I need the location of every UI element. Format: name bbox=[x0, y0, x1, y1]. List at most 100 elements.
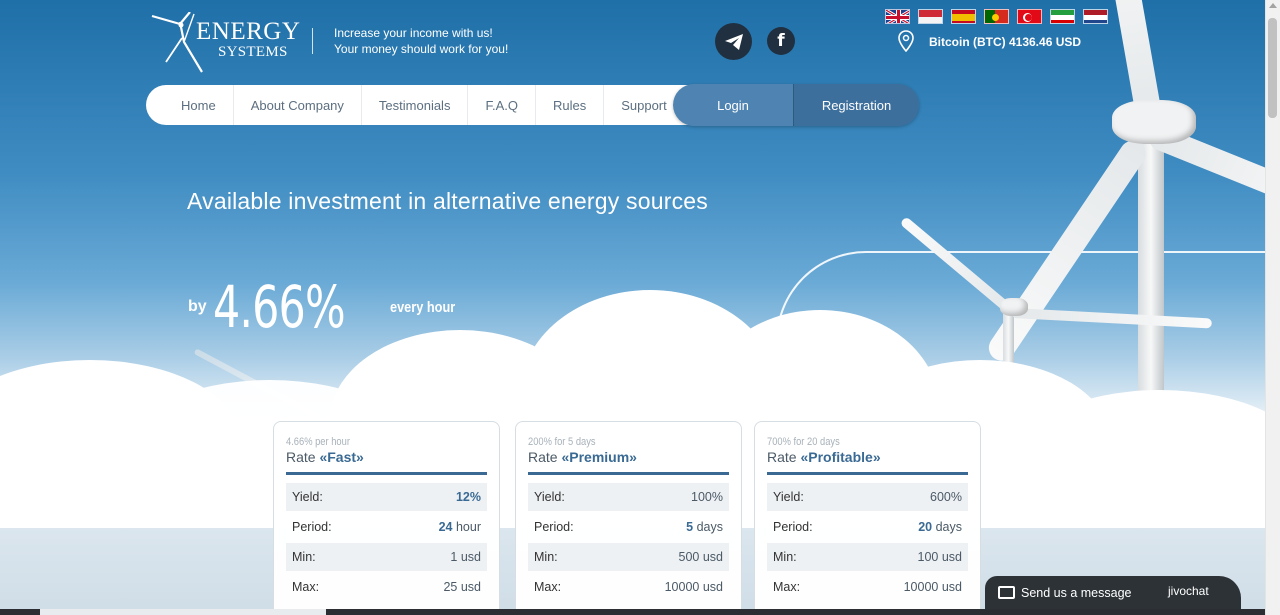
main-nav: Home About Company Testimonials F.A.Q Ru… bbox=[146, 85, 711, 125]
language-switcher bbox=[885, 9, 1108, 24]
plan-max-value: 10000 usd bbox=[664, 580, 723, 594]
nav-about-company[interactable]: About Company bbox=[234, 85, 362, 125]
plan-title: Rate «Fast» bbox=[286, 449, 487, 465]
plan-period-unit: days bbox=[935, 520, 962, 534]
plan-min-value: 1 usd bbox=[450, 550, 481, 564]
flag-indonesia[interactable] bbox=[918, 9, 943, 24]
logo-subtext: SYSTEMS bbox=[218, 44, 288, 60]
turbine-hub bbox=[1000, 298, 1028, 316]
scroll-up-arrow-icon[interactable] bbox=[1269, 3, 1277, 8]
plan-yield-value: 12% bbox=[455, 490, 481, 504]
registration-button[interactable]: Registration bbox=[793, 84, 919, 126]
taskbar-segment bbox=[40, 609, 326, 615]
hero-headline: Available investment in alternative ener… bbox=[187, 188, 708, 214]
plan-row-period: Period: 5 days bbox=[528, 513, 729, 541]
plan-row-min: Min: 500 usd bbox=[528, 543, 729, 571]
plan-row-value: 12% bbox=[456, 490, 481, 504]
auth-buttons: Login Registration bbox=[673, 84, 919, 126]
plan-yield-value: 600% bbox=[930, 490, 962, 504]
plan-row-yield: Yield: 100% bbox=[528, 483, 729, 511]
hero-by: by bbox=[188, 298, 207, 315]
plan-row-label: Period: bbox=[773, 520, 813, 534]
plan-row-label: Period: bbox=[534, 520, 574, 534]
plan-name: «Premium» bbox=[561, 449, 637, 465]
plan-row-label: Period: bbox=[292, 520, 332, 534]
plan-row-label: Max: bbox=[292, 580, 320, 594]
plan-min-value: 100 usd bbox=[917, 550, 962, 564]
chat-brand: jivochat bbox=[1168, 584, 1209, 598]
login-button[interactable]: Login bbox=[673, 84, 793, 126]
nav-rules[interactable]: Rules bbox=[536, 85, 605, 125]
location-pin-icon bbox=[898, 30, 914, 52]
flag-portugal[interactable] bbox=[984, 9, 1009, 24]
plan-row-max: Max: 10000 usd bbox=[528, 573, 729, 601]
facebook-icon: f bbox=[777, 31, 785, 51]
tagline: Increase your income with us! Your money… bbox=[334, 25, 508, 57]
plan-row-min: Min: 1 usd bbox=[286, 543, 487, 571]
plan-divider bbox=[767, 472, 968, 475]
plan-row-label: Yield: bbox=[292, 490, 323, 504]
flag-netherlands[interactable] bbox=[1083, 9, 1108, 24]
scrollbar-thumb[interactable] bbox=[1268, 18, 1277, 118]
plan-card-profitable: 700% for 20 days Rate «Profitable» Yield… bbox=[754, 421, 981, 615]
nav-faq[interactable]: F.A.Q bbox=[468, 85, 536, 125]
plan-max-value: 10000 usd bbox=[903, 580, 962, 594]
logo-divider bbox=[312, 28, 313, 54]
tagline-line-1: Increase your income with us! bbox=[334, 26, 493, 40]
plan-title-prefix: Rate bbox=[528, 449, 558, 465]
plan-min-value: 500 usd bbox=[678, 550, 723, 564]
plan-title: Rate «Profitable» bbox=[767, 449, 968, 465]
nav-support[interactable]: Support bbox=[604, 85, 684, 125]
plan-row-label: Min: bbox=[534, 550, 558, 564]
plan-card-premium: 200% for 5 days Rate «Premium» Yield: 100… bbox=[515, 421, 742, 615]
plan-period-number: 5 bbox=[686, 520, 694, 534]
plan-yield-value: 100% bbox=[691, 490, 723, 504]
plan-row-max: Max: 10000 usd bbox=[767, 573, 968, 601]
telegram-icon bbox=[724, 33, 743, 50]
plan-period-number: 24 bbox=[438, 520, 453, 534]
turbine-hub bbox=[1112, 100, 1196, 144]
plan-row-value: 5 days bbox=[686, 520, 723, 534]
plan-subtitle: 700% for 20 days bbox=[767, 436, 840, 448]
plan-row-max: Max: 25 usd bbox=[286, 573, 487, 601]
plan-subtitle: 200% for 5 days bbox=[528, 436, 596, 448]
hero-every: every hour bbox=[390, 299, 456, 316]
plan-period-unit: days bbox=[696, 520, 723, 534]
plan-max-value: 25 usd bbox=[443, 580, 481, 594]
tagline-line-2: Your money should work for you! bbox=[334, 42, 509, 56]
plan-row-label: Yield: bbox=[534, 490, 565, 504]
plan-row-period: Period: 20 days bbox=[767, 513, 968, 541]
plan-row-yield: Yield: 12% bbox=[286, 483, 487, 511]
plan-title: Rate «Premium» bbox=[528, 449, 729, 465]
nav-testimonials[interactable]: Testimonials bbox=[362, 85, 469, 125]
plan-period-number: 20 bbox=[918, 520, 933, 534]
flag-turkey[interactable] bbox=[1017, 9, 1042, 24]
plan-row-label: Min: bbox=[292, 550, 316, 564]
plan-row-label: Max: bbox=[534, 580, 562, 594]
plan-divider bbox=[528, 472, 729, 475]
plan-row-value: 20 days bbox=[918, 520, 962, 534]
plan-row-label: Yield: bbox=[773, 490, 804, 504]
flag-iran[interactable] bbox=[1050, 9, 1075, 24]
plan-row-label: Max: bbox=[773, 580, 801, 594]
plan-divider bbox=[286, 472, 487, 475]
plan-subtitle: 4.66% per hour bbox=[286, 436, 350, 448]
plan-row-label: Min: bbox=[773, 550, 797, 564]
plan-row-min: Min: 100 usd bbox=[767, 543, 968, 571]
flag-spain[interactable] bbox=[951, 9, 976, 24]
plan-period-unit: hour bbox=[455, 520, 481, 534]
telegram-link[interactable] bbox=[715, 23, 752, 60]
flag-uk-icon bbox=[886, 10, 909, 23]
facebook-link[interactable]: f bbox=[767, 27, 795, 55]
plan-name: «Fast» bbox=[319, 449, 364, 465]
nav-home[interactable]: Home bbox=[164, 85, 234, 125]
plan-row-period: Period: 24 hour bbox=[286, 513, 487, 541]
plan-row-yield: Yield: 600% bbox=[767, 483, 968, 511]
chat-label: Send us a message bbox=[1021, 586, 1132, 600]
logo-text: ENERGY bbox=[196, 18, 301, 45]
envelope-icon bbox=[998, 586, 1015, 599]
hero-rate: 4.66% bbox=[213, 273, 346, 341]
plan-title-prefix: Rate bbox=[286, 449, 316, 465]
bitcoin-rate: Bitcoin (BTC) 4136.46 USD bbox=[929, 35, 1082, 49]
flag-uk[interactable] bbox=[885, 9, 910, 24]
